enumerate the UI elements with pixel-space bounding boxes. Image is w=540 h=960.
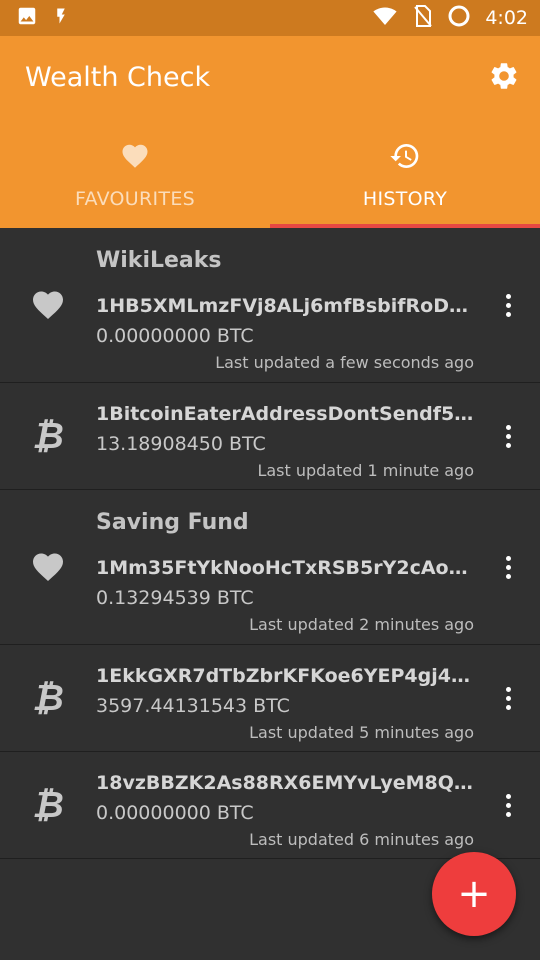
- add-wallet-button[interactable]: +: [432, 852, 516, 936]
- status-bar: 4:02: [0, 0, 540, 36]
- last-updated: Last updated 2 minutes ago: [249, 615, 474, 634]
- more-vert-icon: [505, 793, 511, 799]
- wifi-icon: [371, 4, 399, 32]
- tab-bar: FAVOURITES HISTORY: [0, 132, 540, 228]
- more-options-button[interactable]: [496, 678, 520, 718]
- last-updated: Last updated 1 minute ago: [257, 461, 474, 480]
- battery-circle-icon: [447, 4, 471, 32]
- more-vert-icon: [505, 686, 511, 692]
- image-icon: [16, 5, 38, 31]
- more-options-button[interactable]: [496, 785, 520, 825]
- heart-icon: [28, 547, 68, 587]
- list-item[interactable]: ₿ 18vzBBZK2As88RX6EMYvLyeM8QCi… 0.000000…: [0, 752, 540, 859]
- wallet-address: 1HB5XMLmzFVj8ALj6mfBsbifRoD4mi…: [96, 295, 474, 317]
- heart-icon: [119, 140, 151, 172]
- list-item[interactable]: WikiLeaks 1HB5XMLmzFVj8ALj6mfBsbifRoD4mi…: [0, 228, 540, 383]
- settings-button[interactable]: [486, 60, 522, 96]
- wallet-balance: 3597.44131543 BTC: [96, 695, 290, 717]
- tab-history-label: HISTORY: [362, 188, 448, 210]
- last-updated: Last updated 6 minutes ago: [249, 830, 474, 849]
- tab-favourites-label: FAVOURITES: [75, 188, 195, 210]
- app-toolbar: Wealth Check FAVOURITES HISTORY: [0, 36, 540, 228]
- heart-icon: [28, 285, 68, 325]
- wallet-name: WikiLeaks: [96, 248, 222, 273]
- bitcoin-icon: ₿: [32, 785, 64, 826]
- more-options-button[interactable]: [496, 547, 520, 587]
- wallet-address: 18vzBBZK2As88RX6EMYvLyeM8QCi…: [96, 772, 474, 794]
- wallet-address: 1Mm35FtYkNooHcTxRSB5rY2cAoHac…: [96, 557, 474, 579]
- wallet-balance: 0.00000000 BTC: [96, 325, 254, 347]
- gear-icon: [488, 60, 520, 96]
- tab-history[interactable]: HISTORY: [270, 132, 540, 228]
- more-options-button[interactable]: [496, 285, 520, 325]
- bitcoin-icon: ₿: [32, 678, 64, 719]
- wallet-balance: 0.13294539 BTC: [96, 587, 254, 609]
- history-icon: [388, 140, 422, 172]
- wallet-address: 1EkkGXR7dTbZbrKFKoe6YEP4gj4Gz…: [96, 665, 474, 687]
- last-updated: Last updated 5 minutes ago: [249, 723, 474, 742]
- tab-favourites[interactable]: FAVOURITES: [0, 132, 270, 228]
- wallet-balance: 0.00000000 BTC: [96, 802, 254, 824]
- more-vert-icon: [505, 293, 511, 299]
- clock: 4:02: [485, 7, 528, 29]
- last-updated: Last updated a few seconds ago: [215, 353, 474, 372]
- wallet-list: WikiLeaks 1HB5XMLmzFVj8ALj6mfBsbifRoD4mi…: [0, 228, 540, 859]
- wallet-balance: 13.18908450 BTC: [96, 433, 266, 455]
- wallet-name: Saving Fund: [96, 510, 249, 535]
- more-vert-icon: [505, 555, 511, 561]
- no-sim-icon: [413, 4, 433, 32]
- list-item[interactable]: ₿ 1EkkGXR7dTbZbrKFKoe6YEP4gj4Gz… 3597.44…: [0, 645, 540, 752]
- flash-icon: [52, 4, 70, 32]
- list-item[interactable]: Saving Fund 1Mm35FtYkNooHcTxRSB5rY2cAoHa…: [0, 490, 540, 645]
- more-vert-icon: [505, 424, 511, 430]
- plus-icon: +: [457, 871, 491, 917]
- more-options-button[interactable]: [496, 416, 520, 456]
- wallet-address: 1BitcoinEaterAddressDontSendf59kuE: [96, 403, 474, 425]
- list-item[interactable]: ₿ 1BitcoinEaterAddressDontSendf59kuE 13.…: [0, 383, 540, 490]
- bitcoin-icon: ₿: [32, 416, 64, 457]
- app-title: Wealth Check: [25, 62, 211, 93]
